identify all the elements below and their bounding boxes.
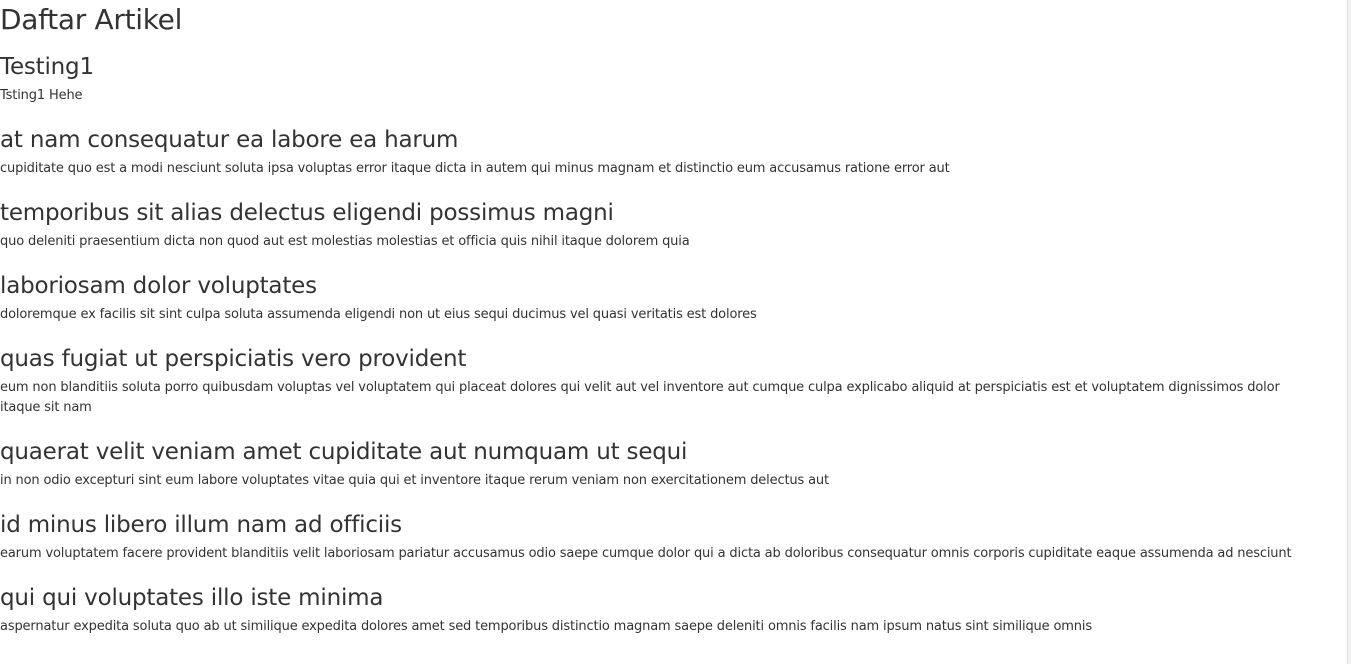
article-item: quaerat velit veniam amet cupiditate aut…: [0, 437, 1336, 491]
article-item: qui qui voluptates illo iste minima aspe…: [0, 583, 1336, 637]
article-body: quo deleniti praesentium dicta non quod …: [0, 234, 690, 249]
article-item: Testing1 Tsting1 Hehe: [0, 52, 1336, 106]
article-title: id minus libero illum nam ad officiis: [0, 512, 402, 538]
article-title: qui qui voluptates illo iste minima: [0, 585, 384, 611]
article-title: temporibus sit alias delectus eligendi p…: [0, 200, 614, 226]
article-item: at nam consequatur ea labore ea harum cu…: [0, 125, 1336, 179]
article-body: eum non blanditiis soluta porro quibusda…: [0, 380, 1280, 415]
article-title: at nam consequatur ea labore ea harum: [0, 127, 459, 153]
article-body: doloremque ex facilis sit sint culpa sol…: [0, 307, 757, 322]
article-title: laboriosam dolor voluptates: [0, 273, 317, 299]
article-item: id minus libero illum nam ad officiis ea…: [0, 510, 1336, 564]
article-title: quaerat velit veniam amet cupiditate aut…: [0, 439, 688, 465]
article-body: in non odio excepturi sint eum labore vo…: [0, 473, 829, 488]
article-title: Testing1: [0, 54, 94, 80]
page-scrollbar[interactable]: [1347, 0, 1351, 664]
article-body: cupiditate quo est a modi nesciunt solut…: [0, 161, 950, 176]
article-body: aspernatur expedita soluta quo ab ut sim…: [0, 619, 1092, 634]
article-item: temporibus sit alias delectus eligendi p…: [0, 198, 1336, 252]
article-title: quas fugiat ut perspiciatis vero provide…: [0, 346, 467, 372]
article-body: earum voluptatem facere provident blandi…: [0, 546, 1292, 561]
article-item: laboriosam dolor voluptates doloremque e…: [0, 271, 1336, 325]
page-title: Daftar Artikel: [0, 3, 183, 36]
article-body: Tsting1 Hehe: [0, 88, 83, 103]
article-item: quas fugiat ut perspiciatis vero provide…: [0, 344, 1336, 418]
article-list-page: Daftar Artikel Testing1 Tsting1 Hehe at …: [0, 0, 1336, 637]
